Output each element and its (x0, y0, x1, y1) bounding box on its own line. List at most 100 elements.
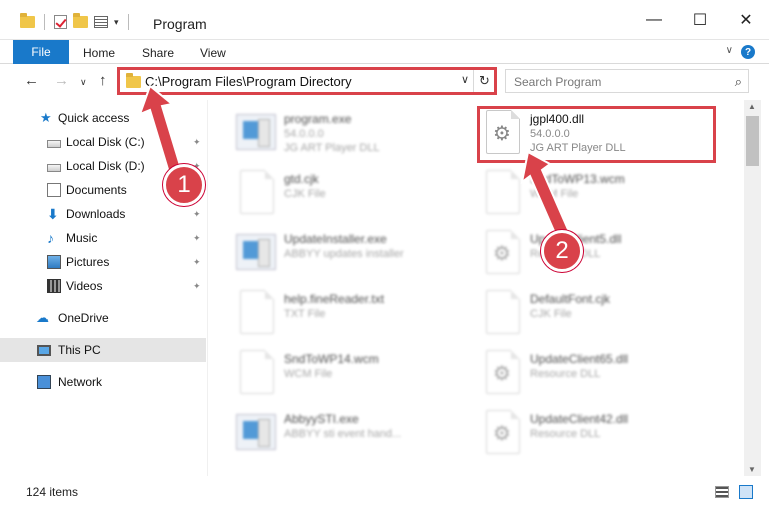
application-icon (236, 414, 276, 450)
address-bar-highlight (117, 67, 497, 95)
sidebar-item-label: Videos (66, 279, 103, 293)
documents-icon (47, 183, 61, 197)
separator (44, 14, 45, 30)
file-name: SndToWP14.wcm (284, 352, 379, 366)
pin-icon[interactable]: ✦ (193, 137, 201, 148)
scroll-down-icon[interactable]: ▼ (748, 465, 756, 474)
search-placeholder: Search Program (514, 75, 602, 89)
disk-icon (47, 139, 61, 148)
pin-icon[interactable]: ✦ (193, 233, 201, 244)
scroll-up-icon[interactable]: ▲ (748, 102, 756, 111)
tab-file[interactable]: File (13, 40, 69, 64)
file-name: AbbyySTI.exe (284, 412, 359, 426)
tab-home[interactable]: Home (83, 46, 115, 60)
sidebar-item-music[interactable]: ♪ Music ✦ (0, 226, 206, 250)
sidebar-item-label: Documents (66, 183, 127, 197)
up-button[interactable]: ↑ (99, 72, 107, 89)
item-count: 124 items (26, 485, 79, 499)
selected-file-highlight (477, 106, 716, 163)
help-button[interactable]: ? (741, 45, 755, 59)
dll-gear-icon (486, 410, 520, 454)
onedrive-icon: ☁ (36, 310, 49, 325)
sidebar-item-network[interactable]: Network (0, 370, 206, 394)
sidebar-item-label: Quick access (58, 111, 130, 125)
sidebar-item-label: Network (58, 375, 103, 389)
text-file-icon (240, 290, 274, 334)
maximize-button[interactable]: ☐ (677, 0, 723, 40)
tab-view[interactable]: View (200, 46, 226, 60)
file-type: CJK File (530, 308, 572, 320)
large-icons-view-icon[interactable] (739, 485, 753, 499)
file-name: UpdateInstaller.exe (284, 232, 387, 246)
sidebar-item-label: This PC (58, 343, 101, 357)
new-folder-icon[interactable] (73, 13, 88, 28)
file-name: SndToWP13.wcm (530, 172, 625, 186)
properties-list-icon[interactable] (94, 16, 108, 28)
file-icon (240, 350, 274, 394)
file-name: gtd.cjk (284, 172, 319, 186)
search-icon[interactable]: ⌕ (735, 74, 742, 90)
sidebar-item-downloads[interactable]: ⬇ Downloads ✦ (0, 202, 206, 226)
file-type: CJK File (284, 188, 326, 200)
file-name: UpdateClient65.dll (530, 352, 629, 366)
pin-icon[interactable]: ✦ (193, 209, 201, 220)
sidebar-item-onedrive[interactable]: ☁ OneDrive (0, 306, 206, 330)
file-item[interactable]: AbbyySTI.exe ABBYY sti event hand... (234, 404, 474, 464)
disk-icon (47, 163, 61, 172)
videos-icon (47, 279, 61, 293)
file-type: Resource DLL (530, 368, 601, 380)
sidebar-item-pictures[interactable]: Pictures ✦ (0, 250, 206, 274)
file-version: 54.0.0.0 (284, 128, 324, 140)
file-name: program.exe (284, 112, 352, 126)
sidebar-item-label: Music (66, 231, 98, 245)
file-item[interactable]: UpdateClient42.dll Resource DLL (480, 404, 720, 464)
sidebar-item-local-disk-c[interactable]: Local Disk (C:) ✦ (0, 130, 206, 154)
file-item[interactable]: UpdateClient65.dll Resource DLL (480, 344, 720, 404)
sidebar-item-label: OneDrive (58, 311, 109, 325)
pictures-icon (47, 255, 61, 269)
forward-button[interactable]: → (54, 72, 69, 89)
file-item[interactable]: DefaultFont.cjk CJK File (480, 284, 720, 344)
file-icon (486, 170, 520, 214)
customize-toolbar-dropdown-icon[interactable]: ▾ (114, 17, 119, 28)
recent-locations-button[interactable]: ∨ (80, 77, 87, 88)
this-pc-icon (37, 344, 51, 356)
file-icon (486, 290, 520, 334)
pin-icon[interactable]: ✦ (193, 281, 201, 292)
close-button[interactable]: ✕ (723, 0, 769, 40)
details-view-icon[interactable] (715, 486, 729, 498)
vertical-scrollbar[interactable]: ▲ ▼ (744, 100, 761, 476)
file-item[interactable]: SndToWP13.wcm WCM File (480, 164, 720, 224)
ribbon-tabs: File Home Share View ∨ ? (0, 40, 769, 64)
pin-icon[interactable]: ✦ (193, 257, 201, 268)
sidebar-item-videos[interactable]: Videos ✦ (0, 274, 206, 298)
file-type: TXT File (284, 308, 326, 320)
file-description: ABBYY updates installer (284, 248, 404, 260)
dll-gear-icon (486, 350, 520, 394)
scrollbar-thumb[interactable] (746, 116, 759, 166)
file-item[interactable]: UpdateInstaller.exe ABBYY updates instal… (234, 224, 474, 284)
status-bar: 124 items (0, 476, 769, 517)
minimize-button[interactable]: — (631, 0, 677, 40)
file-description: ABBYY sti event hand... (284, 428, 402, 440)
file-type: Resource DLL (530, 428, 601, 440)
search-box[interactable]: Search Program ⌕ (505, 69, 749, 93)
file-item[interactable]: SndToWP14.wcm WCM File (234, 344, 474, 404)
tab-share[interactable]: Share (142, 46, 174, 60)
file-item[interactable]: help.fineReader.txt TXT File (234, 284, 474, 344)
file-item[interactable]: program.exe 54.0.0.0 JG ART Player DLL (234, 104, 474, 164)
sidebar-item-label: Downloads (66, 207, 126, 221)
expand-ribbon-icon[interactable]: ∨ (726, 45, 733, 56)
star-icon: ★ (40, 110, 52, 125)
file-name: DefaultFont.cjk (530, 292, 611, 306)
sidebar-item-quick-access[interactable]: ★ Quick access (0, 106, 206, 130)
back-button[interactable]: ← (24, 72, 39, 89)
network-icon (37, 375, 51, 389)
file-item[interactable]: UpdateClient5.dll Resource DLL (480, 224, 720, 284)
file-item[interactable]: gtd.cjk CJK File (234, 164, 474, 224)
dll-gear-icon (486, 230, 520, 274)
application-icon (236, 234, 276, 270)
sidebar-item-this-pc[interactable]: This PC (0, 338, 206, 362)
properties-check-icon[interactable] (54, 15, 67, 29)
window-controls: — ☐ ✕ (631, 0, 769, 40)
